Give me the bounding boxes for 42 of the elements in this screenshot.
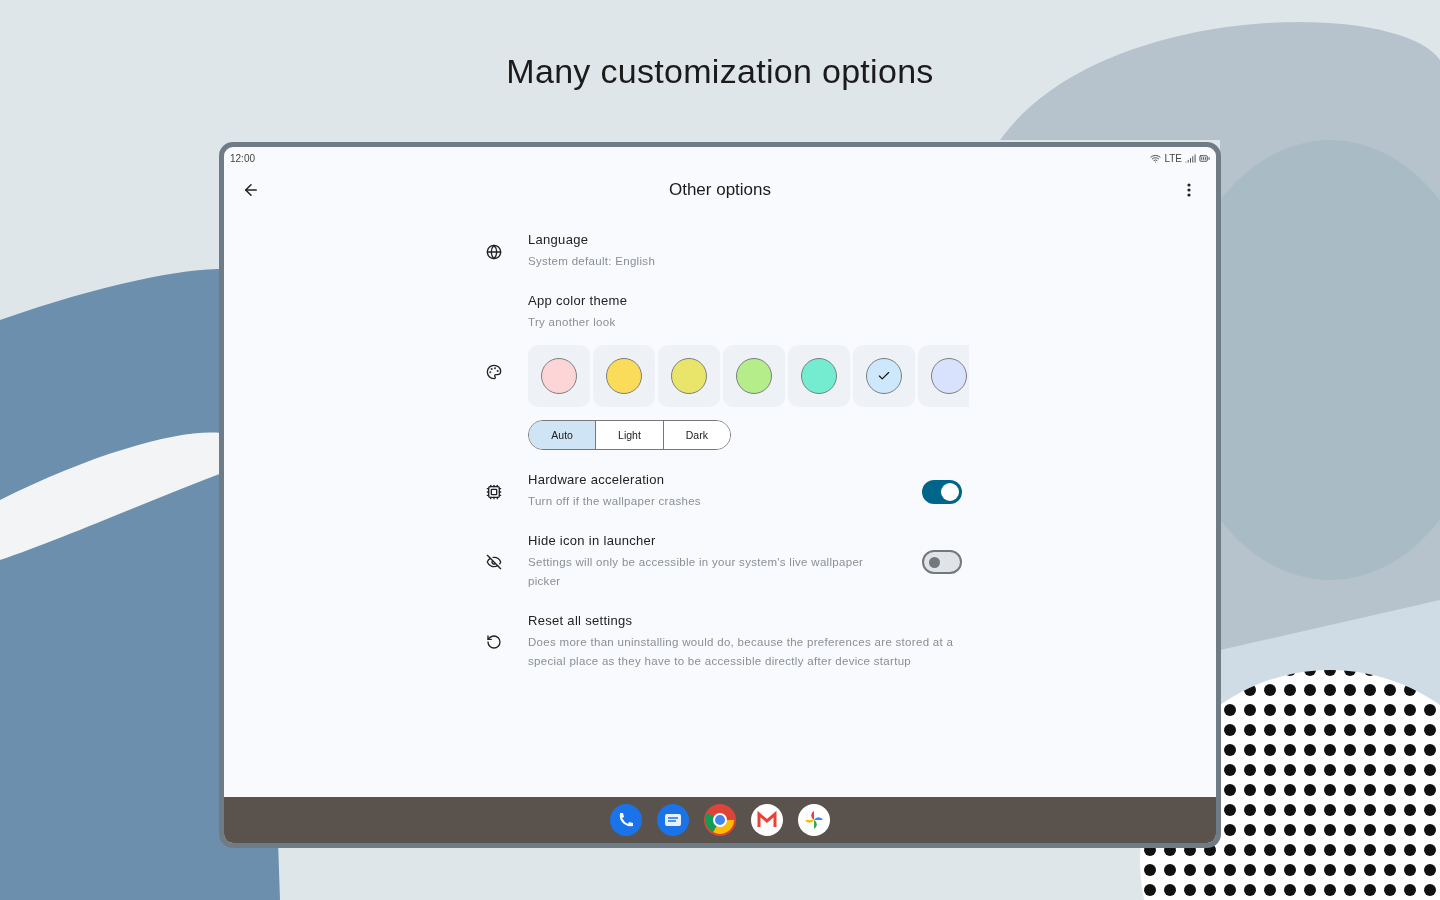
theme-mode-button[interactable]: Dark	[662, 421, 730, 449]
color-swatch[interactable]	[658, 345, 720, 407]
photos-app-icon[interactable]	[797, 803, 831, 837]
mail-app-icon[interactable]	[750, 803, 784, 837]
signal-icon	[1185, 152, 1196, 164]
setting-title: Hide icon in launcher	[528, 533, 657, 548]
toggle-switch[interactable]	[922, 479, 962, 504]
headline: Many customization options	[506, 52, 934, 92]
toggle-switch[interactable]	[922, 550, 962, 574]
screen-title: Other options	[668, 180, 772, 200]
setting-title: Language	[528, 232, 590, 247]
globe-icon	[486, 243, 502, 260]
setting-description: Turn off if the wallpaper crashes	[528, 494, 702, 509]
theme-mode-button[interactable]: Auto	[529, 421, 596, 449]
phone-app-icon[interactable]	[609, 803, 643, 837]
check-icon	[877, 369, 891, 383]
setting-description: System default: English	[528, 254, 657, 269]
status-time: 12:00	[230, 152, 256, 164]
wifi-icon	[1150, 152, 1162, 164]
color-swatch[interactable]	[853, 345, 915, 407]
palette-icon	[486, 363, 502, 380]
more-icon	[1187, 183, 1191, 197]
eye-off-icon	[486, 554, 502, 570]
battery-icon	[1199, 152, 1210, 164]
color-swatch[interactable]	[723, 345, 785, 407]
reset-icon	[486, 634, 502, 650]
color-swatch[interactable]	[528, 345, 590, 407]
setting-title: Reset all settings	[528, 613, 634, 628]
theme-mode-button[interactable]: Light	[595, 421, 663, 449]
color-swatch[interactable]	[918, 345, 969, 407]
setting-description: Settings will only be accessible in your system's live wallpaper picker	[528, 555, 865, 589]
color-swatch[interactable]	[593, 345, 655, 407]
network-type: LTE	[1164, 152, 1182, 164]
setting-title: Hardware acceleration	[528, 472, 666, 487]
chip-icon	[486, 483, 502, 500]
setting-description: Try another look	[528, 315, 617, 330]
setting-title: App color theme	[528, 293, 629, 308]
color-swatch[interactable]	[788, 345, 850, 407]
setting-description: Does more than uninstalling would do, because the preferences are stored at a special place as they have to be accessible directly after device startup	[528, 635, 955, 669]
back-button[interactable]	[242, 181, 260, 199]
browser-app-icon[interactable]	[703, 803, 737, 837]
messages-app-icon[interactable]	[656, 803, 690, 837]
